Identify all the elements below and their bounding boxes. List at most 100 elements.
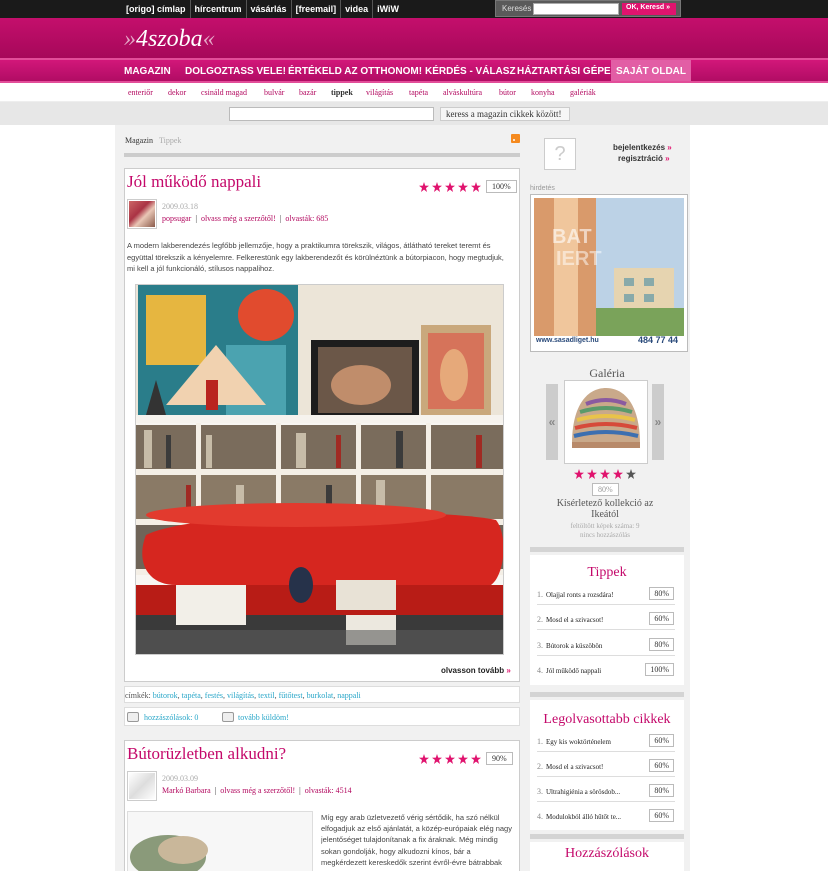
star-icon — [445, 182, 455, 192]
article-title[interactable]: Jól működő nappali — [127, 172, 261, 192]
breadcrumb-tippek[interactable]: Tippek — [159, 136, 181, 145]
main-nav: MAGAZIN DOLGOZTASS VELE! ÉRTÉKELD AZ OTT… — [0, 58, 828, 83]
nav-magazin[interactable]: MAGAZIN — [124, 66, 171, 77]
portal-link-videa[interactable]: videa — [341, 0, 374, 18]
star-icon — [445, 754, 455, 764]
tippek-item[interactable]: 2. Mosd el a szivacsot! 60% — [537, 612, 674, 625]
gallery-count: feltöltött képek száma: 9 — [570, 522, 640, 530]
tag-butorok[interactable]: bútorok — [153, 691, 178, 700]
tag-festes[interactable]: festés — [205, 691, 223, 700]
tippek-item[interactable]: 4. Jól működő nappali 100% — [537, 663, 674, 676]
subnav-tippek[interactable]: tippek — [331, 88, 353, 97]
gallery-next-arrow[interactable]: » — [652, 384, 664, 460]
magazine-search-button[interactable]: keress a magazin cikkek között! — [440, 107, 570, 121]
portal-search-input[interactable] — [533, 3, 619, 15]
author-link[interactable]: popsugar — [162, 214, 191, 223]
article-image[interactable] — [135, 284, 504, 655]
divider — [537, 655, 675, 656]
article-date: 2009.03.09 — [162, 774, 198, 783]
item-title: Olajjal ronts a rozsdára! — [546, 591, 614, 599]
comments-link[interactable]: hozzászólások: 0 — [144, 713, 198, 722]
article-date: 2009.03.18 — [162, 202, 198, 211]
tag-nappali[interactable]: nappali — [337, 691, 361, 700]
tag-futotest[interactable]: fűtőtest — [279, 691, 303, 700]
send-link[interactable]: tovább küldöm! — [238, 713, 289, 722]
item-rating: 60% — [649, 612, 674, 625]
portal-link-iwiw[interactable]: iWiW — [373, 0, 403, 18]
nav-ertekeld[interactable]: ÉRTÉKELD AZ OTTHONOM! — [288, 66, 422, 77]
subnav-bulvar[interactable]: bulvár — [264, 88, 284, 97]
nav-kerdes-valasz[interactable]: KÉRDÉS - VÁLASZ — [425, 66, 516, 77]
popular-item[interactable]: 3. Ultrahigiénia a sörösdob... 80% — [537, 784, 674, 797]
star-icon — [458, 182, 468, 192]
popular-title: Legolvasottabb cikkek — [543, 712, 671, 727]
portal-search-label: Keresés — [502, 4, 532, 13]
portal-nav: [origo] címlap hírcentrum vásárlás [free… — [122, 0, 403, 18]
tippek-item[interactable]: 3. Bútorok a küszöbön 80% — [537, 638, 674, 651]
item-rating: 80% — [649, 638, 674, 651]
subnav-galeriak[interactable]: galériák — [570, 88, 596, 97]
subnav-bazar[interactable]: bazár — [299, 88, 316, 97]
author-avatar[interactable] — [127, 199, 157, 229]
tag-burkolat[interactable]: burkolat — [307, 691, 334, 700]
portal-link-vasarlas[interactable]: vásárlás — [247, 0, 292, 18]
nav-haztartasi-gepek[interactable]: HÁZTARTÁSI GÉPEK — [517, 66, 618, 77]
login-link[interactable]: bejelentkezés » — [613, 143, 672, 152]
ad-overlay-text: BAT — [552, 226, 592, 248]
author-avatar[interactable] — [127, 771, 157, 801]
site-logo[interactable]: »4szoba« — [124, 26, 215, 53]
subnav-dekor[interactable]: dekor — [168, 88, 186, 97]
subnav-tapeta[interactable]: tapéta — [409, 88, 428, 97]
register-link[interactable]: regisztráció » — [618, 154, 670, 163]
popular-item[interactable]: 4. Modulokból álló hűtőt te... 60% — [537, 809, 674, 822]
article-title[interactable]: Bútorüzletben alkudni? — [127, 744, 286, 764]
gallery-title[interactable]: Galéria — [530, 366, 684, 381]
gallery-prev-arrow[interactable]: « — [546, 384, 558, 460]
portal-link-freemail[interactable]: [freemail] — [292, 0, 342, 18]
tag-tapeta[interactable]: tapéta — [182, 691, 201, 700]
magazine-search-input[interactable] — [229, 107, 434, 121]
popular-item[interactable]: 1. Egy kis woktörténelem 60% — [537, 734, 674, 747]
read-count: olvasták: 4514 — [304, 786, 352, 795]
nav-dolgoztass-vele[interactable]: DOLGOZTASS VELE! — [185, 66, 286, 77]
star-icon — [613, 469, 623, 479]
tag-textil[interactable]: textil — [258, 691, 274, 700]
item-number: 2. — [537, 615, 543, 624]
divider — [537, 629, 675, 630]
subnav-butor[interactable]: bútor — [499, 88, 516, 97]
tag-vilagitas[interactable]: világítás — [227, 691, 254, 700]
breadcrumb-magazin[interactable]: Magazin — [125, 136, 153, 145]
subnav-alvaskultura[interactable]: alváskultúra — [443, 88, 482, 97]
portal-search-button[interactable]: OK, Keresd » — [622, 3, 676, 15]
tippek-item[interactable]: 1. Olajjal ronts a rozsdára! 80% — [537, 587, 674, 600]
comment-icon — [127, 712, 139, 722]
more-from-author-link[interactable]: olvass még a szerzőtől! — [201, 214, 276, 223]
divider — [530, 692, 684, 697]
ad-url: www.sasadliget.hu — [536, 337, 599, 344]
nav-sajat-oldal[interactable]: SAJÁT OLDAL — [611, 60, 691, 81]
item-rating: 60% — [649, 734, 674, 747]
logo-text: 4szoba — [136, 26, 203, 52]
author-link[interactable]: Markó Barbara — [162, 786, 211, 795]
subnav-vilagitas[interactable]: világítás — [366, 88, 393, 97]
gallery-thumbnail[interactable] — [564, 380, 648, 464]
subnav-csinald-magad[interactable]: csináld magad — [201, 88, 247, 97]
subnav-enterior[interactable]: enteriőr — [128, 88, 153, 97]
read-more-link[interactable]: olvasson tovább » — [441, 666, 511, 675]
article-image[interactable] — [127, 811, 313, 871]
gallery-caption[interactable]: Kísérletező kollekció az Ikeától — [546, 498, 664, 520]
popular-item[interactable]: 2. Mosd el a szivacsot! 60% — [537, 759, 674, 772]
article-meta: Markó Barbara | olvass még a szerzőtől! … — [162, 786, 352, 795]
portal-link-hircentrum[interactable]: hírcentrum — [191, 0, 247, 18]
logo-arrows-right: « — [202, 26, 215, 52]
item-title: Modulokból álló hűtőt te... — [546, 813, 622, 821]
subnav-konyha[interactable]: konyha — [531, 88, 555, 97]
register-label: regisztráció — [618, 154, 663, 163]
ad-banner[interactable]: BAT IERT www.sasadliget.hu 484 77 44 — [530, 194, 688, 352]
star-icon — [471, 182, 481, 192]
rss-icon[interactable] — [511, 134, 520, 143]
breadcrumb: Magazin Tippek — [125, 136, 181, 145]
portal-link-cimlap[interactable]: [origo] címlap — [122, 0, 191, 18]
more-from-author-link[interactable]: olvass még a szerzőtől! — [220, 786, 295, 795]
divider — [124, 153, 520, 157]
